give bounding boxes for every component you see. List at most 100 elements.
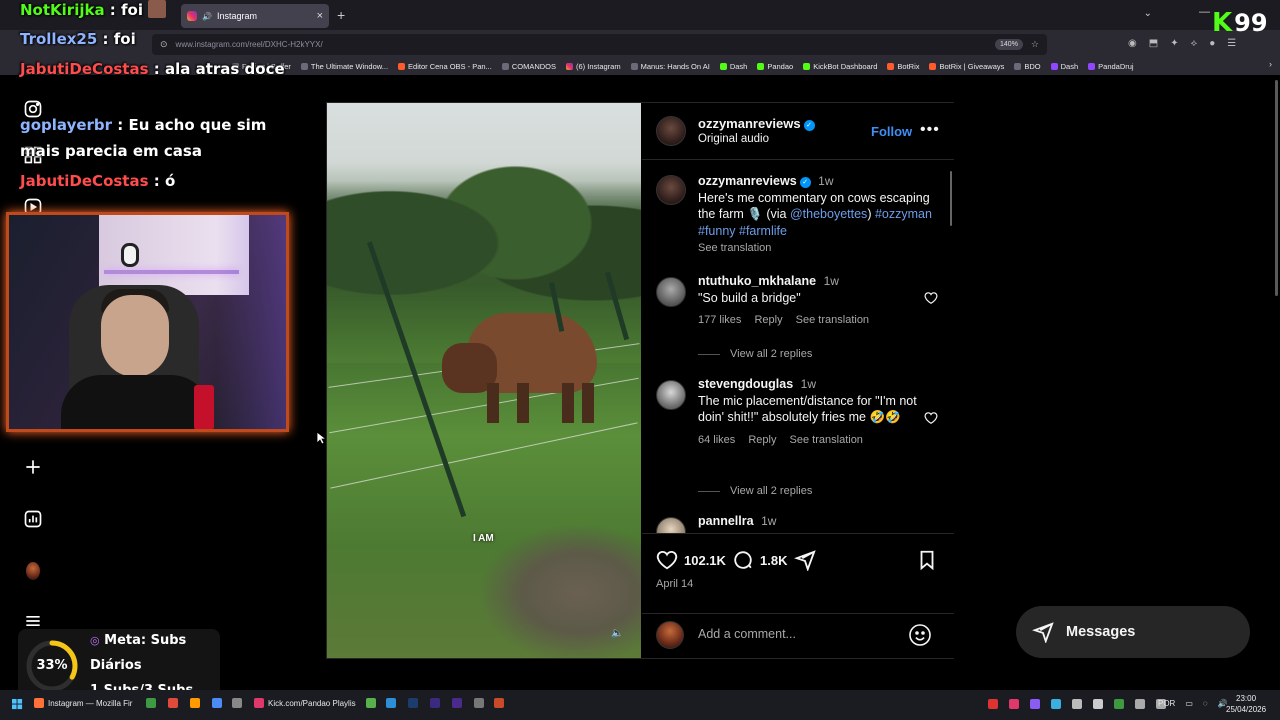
extension-icon[interactable]: ⬒: [1149, 38, 1158, 49]
windows-start-icon[interactable]: [12, 699, 23, 710]
chevron-down-icon[interactable]: ⌄: [1144, 8, 1152, 19]
language-indicator[interactable]: POR: [1158, 699, 1175, 708]
taskbar-kick[interactable]: Kick.com/Pandao Playlis: [254, 698, 356, 708]
commenter-avatar[interactable]: [656, 380, 686, 410]
taskbar-app[interactable]: [212, 698, 222, 708]
page-scrollbar[interactable]: [1275, 80, 1278, 296]
bookmark-item[interactable]: COMANDOS: [501, 62, 556, 71]
like-comment-heart-icon[interactable]: [924, 411, 938, 425]
bookmark-item[interactable]: KickBot Dashboard: [803, 62, 877, 71]
bookmarks-overflow-icon[interactable]: ›: [1269, 59, 1272, 69]
comment-username[interactable]: ntuthuko_mkhalane: [698, 274, 816, 288]
comments-scrollbar[interactable]: [950, 171, 952, 226]
bookmark-favicon-icon: [929, 63, 937, 70]
app-icon: [386, 698, 396, 708]
bookmark-item[interactable]: Manus: Hands On AI: [630, 62, 710, 71]
author-avatar[interactable]: [656, 116, 686, 146]
audio-label[interactable]: Original audio: [698, 133, 769, 145]
see-translation-link[interactable]: See translation: [698, 242, 771, 254]
extension-icon[interactable]: ✦: [1170, 38, 1178, 49]
system-clock[interactable]: 23:00 25/04/2026: [1226, 693, 1266, 715]
comment-likes[interactable]: 177 likes: [698, 314, 741, 326]
monitor-icon[interactable]: ▭: [1185, 699, 1193, 708]
comment-likes[interactable]: 64 likes: [698, 434, 735, 446]
menu-icon[interactable]: ☰: [1227, 38, 1236, 49]
caption-hashtag[interactable]: #funny #farmlife: [698, 224, 787, 238]
caption-username[interactable]: ozzymanreviews: [698, 174, 797, 188]
reel-video[interactable]: I AM 🔈: [327, 103, 641, 658]
messages-button[interactable]: Messages: [1016, 606, 1250, 658]
tray-icon[interactable]: [1093, 699, 1103, 709]
taskbar-app[interactable]: [146, 698, 156, 708]
comment-reply-button[interactable]: Reply: [754, 314, 782, 326]
like-count[interactable]: 102.1K: [684, 553, 726, 568]
comment-reply-button[interactable]: Reply: [748, 434, 776, 446]
like-heart-icon[interactable]: [656, 549, 678, 571]
chat-username: JabutiDeCostas: [20, 172, 149, 190]
app-icon: [168, 698, 178, 708]
bookmark-item[interactable]: (6) Instagram: [566, 62, 621, 71]
share-send-icon[interactable]: [794, 549, 816, 571]
taskbar-firefox[interactable]: Instagram — Mozilla Fir: [34, 698, 132, 708]
tray-icon[interactable]: [1114, 699, 1124, 709]
bookmark-item[interactable]: Dash: [719, 62, 747, 71]
extension-icon[interactable]: ●: [1209, 38, 1215, 49]
bookmark-item[interactable]: Pandao: [757, 62, 793, 71]
taskbar-app[interactable]: [386, 698, 396, 708]
comment-input[interactable]: Add a comment...: [698, 627, 796, 641]
emoji-picker-icon[interactable]: [908, 623, 932, 647]
tray-icon[interactable]: [1009, 699, 1019, 709]
comment-translate-link[interactable]: See translation: [790, 434, 863, 446]
taskbar-premiere[interactable]: [452, 698, 462, 708]
like-comment-heart-icon[interactable]: [924, 291, 938, 305]
view-replies-button[interactable]: View all 2 replies: [698, 485, 812, 497]
profile-avatar[interactable]: [22, 560, 44, 582]
extension-icon[interactable]: ◉: [1128, 38, 1137, 49]
comment-count[interactable]: 1.8K: [760, 553, 787, 568]
network-icon[interactable]: ◌: [1203, 699, 1208, 708]
bookmark-item[interactable]: Dash: [1050, 62, 1078, 71]
zoom-level[interactable]: 140%: [995, 39, 1023, 50]
dashboard-chart-icon[interactable]: [22, 508, 44, 530]
bookmark-item[interactable]: BotRix | Giveaways: [929, 62, 1004, 71]
create-plus-icon[interactable]: [22, 456, 44, 478]
comment-bubble-icon[interactable]: [732, 549, 754, 571]
taskbar-app[interactable]: [474, 698, 484, 708]
bookmark-star-icon[interactable]: ☆: [1031, 39, 1039, 50]
minimize-window-button[interactable]: —: [1199, 6, 1210, 18]
commenter-avatar[interactable]: [656, 277, 686, 307]
author-username[interactable]: ozzymanreviews: [698, 116, 801, 131]
taskbar-aftereffects[interactable]: [430, 698, 440, 708]
commenter-avatar[interactable]: [656, 517, 686, 533]
follow-button[interactable]: Follow: [871, 124, 912, 139]
caption-hashtag[interactable]: #ozzyman: [875, 207, 932, 221]
bookmark-item[interactable]: PandaDruj: [1088, 62, 1134, 71]
view-replies-button[interactable]: View all 2 replies: [698, 348, 812, 360]
taskbar-app[interactable]: [232, 698, 242, 708]
bookmark-item[interactable]: BotRix: [887, 62, 919, 71]
bookmark-item[interactable]: BDO: [1014, 62, 1041, 71]
comment-username[interactable]: pannellra: [698, 514, 754, 528]
taskbar-app[interactable]: [494, 698, 504, 708]
taskbar-photoshop[interactable]: [408, 698, 418, 708]
tray-icon[interactable]: [988, 699, 998, 709]
save-bookmark-icon[interactable]: [916, 549, 938, 571]
chat-message: JabutiDeCostas : ó: [20, 168, 300, 194]
tray-icon[interactable]: [1051, 699, 1061, 709]
tray-icon[interactable]: [1030, 699, 1040, 709]
new-tab-button[interactable]: +: [337, 7, 345, 23]
volume-icon[interactable]: 🔈: [611, 628, 625, 642]
taskbar-app[interactable]: [366, 698, 376, 708]
caption-mention[interactable]: @theboyettes: [790, 207, 867, 221]
more-options-icon[interactable]: •••: [920, 121, 940, 139]
comment-username[interactable]: stevengdouglas: [698, 377, 793, 391]
comment-translate-link[interactable]: See translation: [796, 314, 869, 326]
taskbar-app[interactable]: [168, 698, 178, 708]
windows-taskbar: Instagram — Mozilla Fir Kick.com/Pandao …: [0, 690, 1280, 720]
tray-icon[interactable]: [1135, 699, 1145, 709]
tray-icon[interactable]: [1072, 699, 1082, 709]
bookmark-item[interactable]: Editor Cena OBS - Pan...: [398, 62, 492, 71]
extension-icon[interactable]: ⟡: [1191, 38, 1198, 49]
author-avatar[interactable]: [656, 175, 686, 205]
taskbar-app[interactable]: [190, 698, 200, 708]
